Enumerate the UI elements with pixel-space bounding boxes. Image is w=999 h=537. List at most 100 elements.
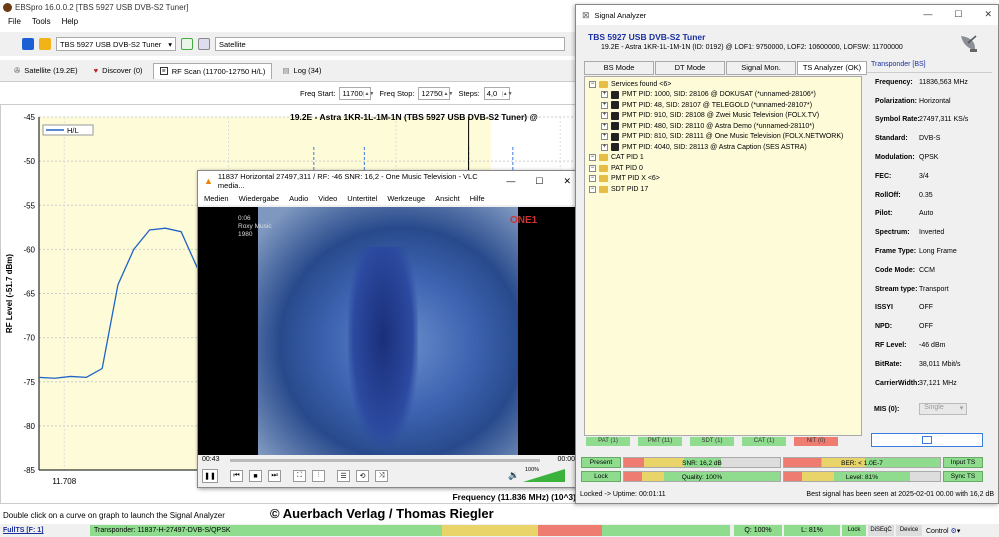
refresh-icon[interactable] xyxy=(181,38,193,50)
log-icon: ▤ xyxy=(282,66,290,75)
analyzer-action-button[interactable] xyxy=(871,433,983,447)
fullts-link[interactable]: FullTS [F: 1] xyxy=(0,527,90,534)
collapse-icon[interactable]: − xyxy=(589,175,596,183)
previous-icon[interactable]: ⏮ xyxy=(230,470,243,482)
tab-bs-mode[interactable]: BS Mode xyxy=(584,61,654,75)
freq-start-input[interactable]: 11700 ▲▼ xyxy=(339,87,374,100)
spinner-icon[interactable]: ▲▼ xyxy=(501,90,513,97)
table-flag: CAT (1) xyxy=(742,437,786,446)
y-tick-label: -55 xyxy=(23,201,35,210)
lock-icon[interactable] xyxy=(39,38,51,50)
service-item[interactable]: + PMT PID: 480, SID: 28110 @ Astra Demo (… xyxy=(589,121,857,132)
vlc-menu-video[interactable]: Video xyxy=(318,194,337,203)
tree-group[interactable]: − PAT PID 0 xyxy=(589,163,857,174)
service-item[interactable]: + PMT PID: 4040, SID: 28113 @ Astra Capti… xyxy=(589,142,857,153)
vlc-menu-ansicht[interactable]: Ansicht xyxy=(435,194,460,203)
shuffle-icon[interactable]: ⤨ xyxy=(375,470,388,482)
table-flag: PAT (1) xyxy=(586,437,630,446)
param-key: CarrierWidth: xyxy=(875,379,920,387)
expand-icon[interactable]: + xyxy=(601,101,608,109)
mis-select[interactable]: Single ▾ xyxy=(919,403,968,415)
service-item[interactable]: + PMT PID: 910, SID: 28108 @ Zwei Music T… xyxy=(589,111,857,122)
info-icon[interactable] xyxy=(22,38,34,50)
analyzer-device-name: TBS 5927 USB DVB-S2 Tuner xyxy=(588,32,706,42)
tree-group[interactable]: − Services found <6> xyxy=(589,79,857,90)
signal-analyzer-window[interactable]: ⊠ Signal Analyzer — ☐ ✕ TBS 5927 USB DVB-S… xyxy=(575,4,999,504)
maximize-icon[interactable]: ☐ xyxy=(954,9,962,20)
snr-meter: SNR: 16,2 dB xyxy=(623,457,781,468)
equalizer-icon[interactable]: ⫶ xyxy=(312,470,325,482)
video-overlay-text: 0:06 Roxy Music 1980 xyxy=(238,215,272,239)
control-button[interactable]: Control ⚙▾ xyxy=(926,527,960,535)
spinner-icon[interactable]: ▲▼ xyxy=(363,90,374,97)
expand-icon[interactable]: + xyxy=(601,133,608,141)
spinner-icon[interactable]: ▲▼ xyxy=(442,90,453,97)
y-tick-label: -50 xyxy=(23,157,35,166)
vlc-menu-audio[interactable]: Audio xyxy=(289,194,308,203)
tree-group[interactable]: − PMT PID X <6> xyxy=(589,174,857,185)
minimize-icon[interactable]: — xyxy=(923,9,932,20)
menu-help[interactable]: Help xyxy=(62,17,78,26)
vlc-seek-bar[interactable] xyxy=(230,459,540,462)
y-tick-label: -45 xyxy=(23,113,35,122)
tree-item-label: PMT PID: 4040, SID: 28113 @ Astra Captio… xyxy=(622,143,807,151)
freq-stop-input[interactable]: 12750 ▲▼ xyxy=(418,87,453,100)
tab-rf-scan[interactable]: ≋ RF Scan (11700-12750 H/L) xyxy=(152,62,273,79)
collapse-icon[interactable]: − xyxy=(589,164,596,172)
expand-icon[interactable]: + xyxy=(601,112,608,120)
vlc-window[interactable]: ▲ 11837 Horizontal 27497,311 / RF: -46 S… xyxy=(197,170,580,488)
status-level: L: 81% xyxy=(784,525,840,536)
menu-tools[interactable]: Tools xyxy=(32,17,51,26)
speaker-icon[interactable]: 🔉 xyxy=(508,470,519,481)
param-row: BitRate: 38,011 Mbit/s xyxy=(867,355,992,374)
ts-tree[interactable]: − Services found <6> + PMT PID: 1000, SID: … xyxy=(584,76,862,436)
vlc-menu-medien[interactable]: Medien xyxy=(204,194,229,203)
minimize-icon[interactable]: — xyxy=(506,176,515,187)
steps-input[interactable]: 4,0 ▲▼ xyxy=(483,87,513,100)
param-value: 0.35 xyxy=(919,191,933,199)
collapse-icon[interactable]: − xyxy=(589,154,596,162)
vlc-menu-werkzeuge[interactable]: Werkzeuge xyxy=(387,194,425,203)
vlc-menu-hilfe[interactable]: Hilfe xyxy=(470,194,485,203)
pause-icon[interactable]: ❚❚ xyxy=(202,469,218,483)
service-item[interactable]: + PMT PID: 48, SID: 28107 @ TELEGOLD (*un… xyxy=(589,100,857,111)
param-value: 38,011 Mbit/s xyxy=(919,360,961,368)
param-key: Stream type: xyxy=(875,285,918,293)
collapse-icon[interactable]: − xyxy=(589,80,596,88)
tab-ts-analyzer[interactable]: TS Analyzer (OK) xyxy=(797,61,867,75)
tab-log[interactable]: ▤ Log (34) xyxy=(276,63,327,79)
satellite-settings-icon[interactable] xyxy=(198,38,210,50)
expand-icon[interactable]: + xyxy=(601,91,608,99)
service-item[interactable]: + PMT PID: 810, SID: 28111 @ One Music Te… xyxy=(589,132,857,143)
fullscreen-icon[interactable]: ⛶ xyxy=(293,470,306,482)
service-item[interactable]: + PMT PID: 1000, SID: 28106 @ DOKUSAT (*u… xyxy=(589,90,857,101)
meter-row-2: Lock Quality: 100% Level: 81% Sync TS xyxy=(581,471,993,482)
expand-icon[interactable]: + xyxy=(601,143,608,151)
satellite-select[interactable]: Satellite xyxy=(215,37,565,51)
expand-icon[interactable]: + xyxy=(601,122,608,130)
vlc-menu-untertitel[interactable]: Untertitel xyxy=(347,194,377,203)
playlist-icon[interactable]: ☰ xyxy=(337,470,350,482)
y-tick-label: -60 xyxy=(23,245,35,254)
stop-icon[interactable]: ■ xyxy=(249,470,262,482)
close-icon[interactable]: ✕ xyxy=(984,9,992,20)
close-icon[interactable]: ✕ xyxy=(563,176,571,187)
maximize-icon[interactable]: ☐ xyxy=(535,176,543,187)
tree-group[interactable]: − CAT PID 1 xyxy=(589,153,857,164)
tree-item-label: SDT PID 17 xyxy=(611,185,649,193)
tab-satellite[interactable]: ✇ Satellite (19.2E) xyxy=(8,63,84,79)
input-ts-indicator: Input TS xyxy=(943,457,983,468)
tuner-select[interactable]: TBS 5927 USB DVB-S2 Tuner ▾ xyxy=(56,37,176,51)
collapse-icon[interactable]: − xyxy=(589,185,596,193)
menu-file[interactable]: File xyxy=(8,17,21,26)
loop-icon[interactable]: ⟲ xyxy=(356,470,369,482)
tree-group[interactable]: − SDT PID 17 xyxy=(589,184,857,195)
status-lock-badge: Lock xyxy=(842,525,866,536)
satellite-icon: ✇ xyxy=(14,66,21,75)
vlc-video-area[interactable]: 0:06 Roxy Music 1980 ONE1 xyxy=(198,207,579,455)
tab-dt-mode[interactable]: DT Mode xyxy=(655,61,725,75)
vlc-menu-wiedergabe[interactable]: Wiedergabe xyxy=(239,194,279,203)
tab-discover[interactable]: ♥ Discover (0) xyxy=(88,63,149,79)
next-icon[interactable]: ⏭ xyxy=(268,470,281,482)
tab-signal-mon[interactable]: Signal Mon. xyxy=(726,61,796,75)
